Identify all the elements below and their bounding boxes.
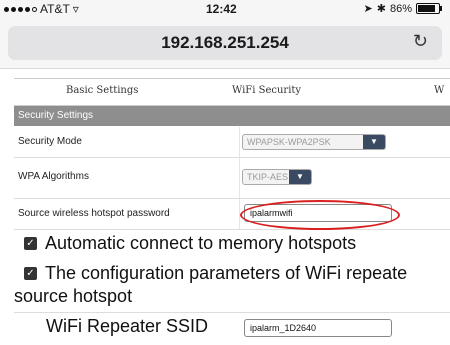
config-params-label-line1: The configuration parameters of WiFi rep… [45, 263, 408, 283]
location-icon: ➤ [363, 3, 373, 15]
hotspot-password-row: Source wireless hotspot password ipalarm… [14, 199, 450, 230]
hotspot-password-label: Source wireless hotspot password [18, 208, 170, 219]
security-mode-row: Security Mode WPAPSK-WPA2PSK ▼ [14, 127, 450, 158]
chevron-down-icon: ▼ [289, 170, 311, 184]
settings-tabs: Basic Settings WiFi Security W [14, 78, 450, 106]
config-params-checkbox[interactable]: ✓ [24, 267, 37, 280]
repeater-ssid-row: WiFi Repeater SSID ipalarm_1D2640 [14, 312, 450, 343]
repeater-ssid-input[interactable]: ipalarm_1D2640 [244, 319, 392, 337]
status-right: ➤ ✱ 86% [363, 2, 442, 15]
wpa-algorithms-select[interactable]: TKIP-AES ▼ [242, 169, 312, 185]
config-params-row: ✓ The configuration parameters of WiFi r… [14, 261, 450, 309]
bluetooth-icon: ✱ [376, 3, 386, 15]
url-text: 192.168.251.254 [161, 33, 289, 52]
carrier-indicator: AT&T ▿ [4, 2, 79, 16]
security-mode-value: WPAPSK-WPA2PSK [247, 137, 331, 147]
carrier-name: AT&T [40, 2, 70, 16]
status-bar: AT&T ▿ 12:42 ➤ ✱ 86% [0, 0, 450, 20]
security-mode-select[interactable]: WPAPSK-WPA2PSK ▼ [242, 134, 386, 150]
config-params-label-line2: source hotspot [14, 286, 133, 306]
auto-connect-checkbox[interactable]: ✓ [24, 237, 37, 250]
signal-icon [4, 6, 37, 12]
battery-percent: 86% [389, 2, 412, 15]
wifi-icon: ▿ [72, 2, 79, 16]
auto-connect-row: ✓ Automatic connect to memory hotspots [14, 230, 450, 260]
tab-more[interactable]: W [434, 85, 444, 96]
tab-basic-settings[interactable]: Basic Settings [66, 85, 138, 96]
reload-icon[interactable]: ↻ [413, 31, 428, 52]
wpa-algorithms-value: TKIP-AES [247, 172, 289, 182]
wpa-algorithms-row: WPA Algorithms TKIP-AES ▼ [14, 158, 450, 199]
address-bar[interactable]: 192.168.251.254 ↻ [8, 26, 442, 60]
tab-wifi-security[interactable]: WiFi Security [232, 85, 301, 96]
section-header: Security Settings [14, 106, 450, 126]
security-mode-label: Security Mode [18, 136, 82, 147]
browser-toolbar: 192.168.251.254 ↻ [0, 20, 450, 69]
chevron-down-icon: ▼ [363, 135, 385, 149]
annotation-ellipse [240, 200, 400, 230]
wpa-algorithms-label: WPA Algorithms [18, 171, 89, 182]
battery-icon [416, 3, 442, 14]
repeater-ssid-label: WiFi Repeater SSID [46, 316, 209, 336]
auto-connect-label: Automatic connect to memory hotspots [45, 233, 357, 253]
status-time: 12:42 [206, 2, 237, 16]
